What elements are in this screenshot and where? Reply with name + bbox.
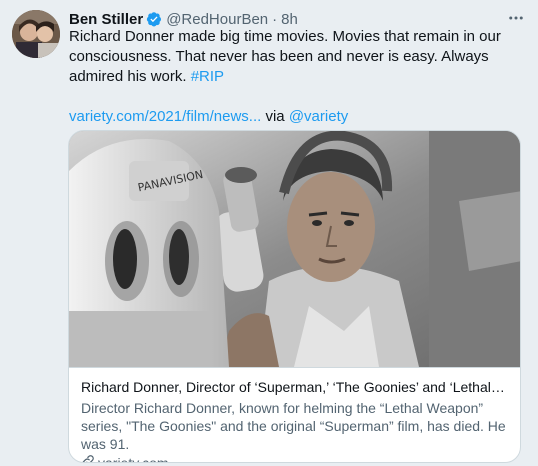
card-domain[interactable]: variety.com — [81, 454, 508, 463]
hashtag-link[interactable]: #RIP — [191, 68, 224, 85]
avatar[interactable] — [12, 10, 60, 58]
author-handle[interactable]: @RedHourBen — [166, 11, 268, 28]
author-name[interactable]: Ben Stiller — [69, 11, 143, 28]
card-title[interactable]: Richard Donner, Director of ‘Superman,’ … — [81, 378, 508, 397]
tweet-header: Ben Stiller @RedHourBen · 8h — [69, 9, 298, 29]
tweet[interactable]: Ben Stiller @RedHourBen · 8h Richard Don… — [0, 0, 538, 466]
card-description: Director Richard Donner, known for helmi… — [81, 400, 506, 452]
tweet-text: Richard Donner made big time movies. Mov… — [69, 27, 509, 127]
tweet-body: Richard Donner made big time movies. Mov… — [69, 28, 501, 85]
article-link[interactable]: variety.com/2021/film/news... — [69, 108, 261, 125]
card-domain-text: variety.com — [98, 455, 169, 463]
via-label: via — [265, 108, 285, 125]
link-preview-card[interactable]: PANAVISION Richard Donner, Director of ‘… — [68, 130, 521, 463]
via-handle-link[interactable]: @variety — [289, 108, 348, 125]
verified-badge-icon — [146, 11, 162, 27]
separator-dot: · — [272, 10, 278, 28]
card-body[interactable]: Richard Donner, Director of ‘Superman,’ … — [69, 367, 520, 463]
card-image[interactable]: PANAVISION — [69, 131, 520, 367]
timestamp[interactable]: 8h — [281, 11, 298, 28]
link-icon — [81, 454, 98, 462]
